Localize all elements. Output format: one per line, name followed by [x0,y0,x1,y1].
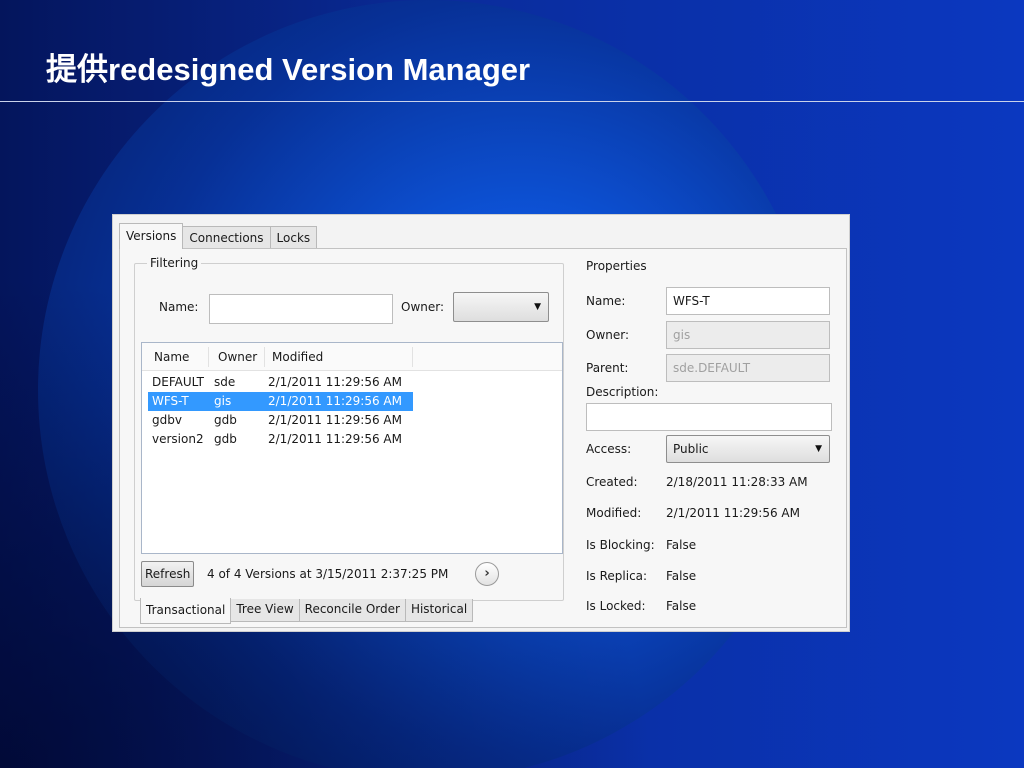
column-divider [264,347,265,367]
access-value: Public [673,442,709,456]
top-tabstrip: Versions Connections Locks [119,223,318,249]
prop-locked-value: False [666,599,697,613]
prop-modified-value: 2/1/2011 11:29:56 AM [666,506,800,520]
cell-modified: 2/1/2011 11:29:56 AM [268,394,402,408]
prop-modified-label: Modified: [586,506,642,520]
versions-panel: Filtering Name: Owner: ▼ Name Owner Modi… [119,248,847,628]
cell-owner: gdb [214,413,237,427]
chevron-right-icon[interactable]: › [475,562,499,586]
properties-title: Properties [586,259,647,273]
table-row[interactable]: DEFAULT sde 2/1/2011 11:29:56 AM [148,373,413,392]
column-header-owner[interactable]: Owner [218,350,257,364]
title-divider [0,101,1024,102]
prop-blocking-value: False [666,538,697,552]
tab-transactional[interactable]: Transactional [140,598,232,624]
prop-locked-label: Is Locked: [586,599,646,613]
filtering-title: Filtering [147,256,202,270]
name-filter-input[interactable] [209,294,393,324]
cell-owner: gdb [214,432,237,446]
prop-created-value: 2/18/2011 11:28:33 AM [666,475,808,489]
name-filter-label: Name: [159,300,199,314]
access-dropdown[interactable]: Public ▼ [666,435,830,463]
table-row[interactable]: version2 gdb 2/1/2011 11:29:56 AM [148,430,413,449]
prop-access-label: Access: [586,442,632,456]
tab-connections[interactable]: Connections [182,226,271,249]
prop-name-field[interactable]: WFS-T [666,287,830,315]
prop-replica-label: Is Replica: [586,569,648,583]
prop-description-field[interactable] [586,403,832,431]
prop-blocking-label: Is Blocking: [586,538,655,552]
properties-pane: Properties Name: WFS-T Owner: gis Parent… [584,259,840,625]
chevron-down-icon: ▼ [534,302,541,312]
prop-replica-value: False [666,569,697,583]
column-divider [208,347,209,367]
prop-parent-label: Parent: [586,361,629,375]
version-count-status: 4 of 4 Versions at 3/15/2011 2:37:25 PM [207,567,449,581]
tab-historical[interactable]: Historical [404,599,474,622]
tab-versions[interactable]: Versions [119,223,184,249]
cell-name: version2 [152,432,204,446]
cell-name: WFS-T [152,394,189,408]
prop-description-label: Description: [586,385,659,399]
prop-parent-field: sde.DEFAULT [666,354,830,382]
bottom-tabstrip: Transactional Tree View Reconcile Order … [140,598,474,625]
cell-modified: 2/1/2011 11:29:56 AM [268,432,402,446]
tab-reconcile-order[interactable]: Reconcile Order [298,599,406,622]
tab-locks[interactable]: Locks [269,226,318,249]
cell-name: DEFAULT [152,375,204,389]
versions-list[interactable]: Name Owner Modified DEFAULT sde 2/1/2011… [141,342,563,554]
tab-tree-view[interactable]: Tree View [230,599,300,622]
refresh-button[interactable]: Refresh [141,561,195,587]
prop-owner-label: Owner: [586,328,630,342]
filtering-group: Filtering Name: Owner: ▼ Name Owner Modi… [134,256,564,601]
column-divider [412,347,413,367]
prop-owner-field: gis [666,321,830,349]
cell-owner: gis [214,394,232,408]
column-header-modified[interactable]: Modified [272,350,323,364]
cell-modified: 2/1/2011 11:29:56 AM [268,413,402,427]
chevron-down-icon: ▼ [815,444,822,454]
prop-name-label: Name: [586,294,626,308]
version-manager-window: Versions Connections Locks Filtering Nam… [112,214,850,632]
cell-owner: sde [214,375,236,389]
table-row-selected[interactable]: WFS-T gis 2/1/2011 11:29:56 AM [148,392,413,411]
table-row[interactable]: gdbv gdb 2/1/2011 11:29:56 AM [148,411,413,430]
owner-filter-dropdown[interactable]: ▼ [453,292,549,322]
cell-modified: 2/1/2011 11:29:56 AM [268,375,402,389]
cell-name: gdbv [152,413,182,427]
list-header: Name Owner Modified [142,343,562,371]
slide-title: 提供redesigned Version Manager [46,52,531,87]
prop-created-label: Created: [586,475,638,489]
column-header-name[interactable]: Name [154,350,189,364]
owner-filter-label: Owner: [401,300,445,314]
